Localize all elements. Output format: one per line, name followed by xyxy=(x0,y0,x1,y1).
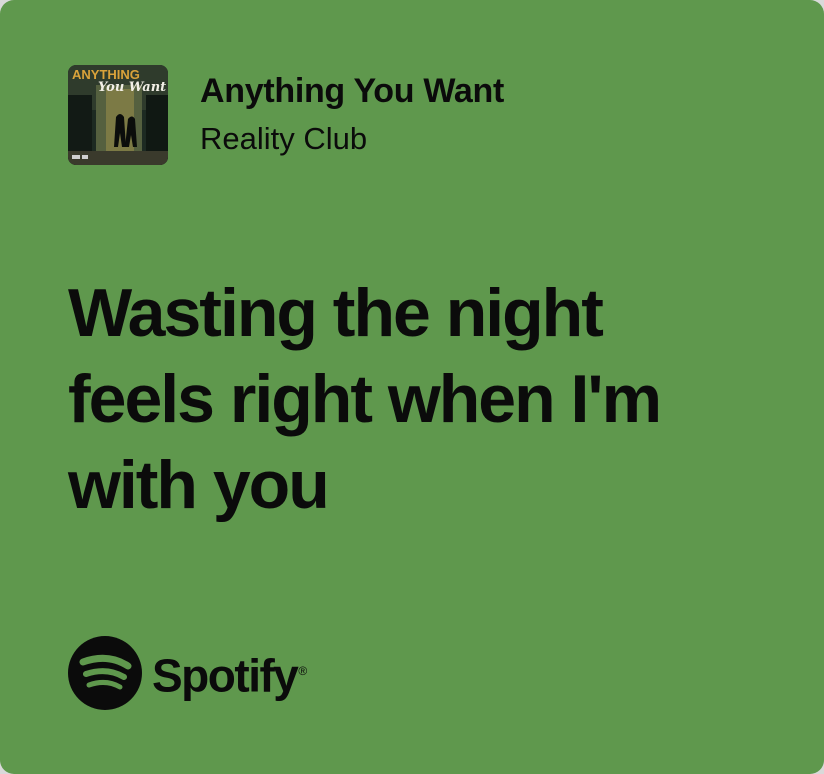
lyric-line: with you xyxy=(68,447,330,523)
album-cover-image: ANYTHING You Want xyxy=(68,65,168,165)
spotify-logo-icon xyxy=(68,636,142,710)
artist-name[interactable]: Reality Club xyxy=(200,118,504,160)
song-title[interactable]: Anything You Want xyxy=(200,70,504,112)
track-meta: Anything You Want Reality Club xyxy=(200,70,504,160)
track-header: ANYTHING You Want Anything You Want Real… xyxy=(68,65,504,165)
spotify-name: Spotify xyxy=(152,649,299,702)
lyrics-share-card: ANYTHING You Want Anything You Want Real… xyxy=(0,0,824,774)
trademark-symbol: ® xyxy=(298,663,307,678)
lyric-line: Wasting the night xyxy=(68,275,604,351)
lyric-line: feels right when I'm xyxy=(68,361,662,437)
spotify-brand: Spotify® xyxy=(68,636,307,710)
album-cover[interactable]: ANYTHING You Want xyxy=(68,65,168,165)
lyrics-block: Wasting the night feels right when I'm w… xyxy=(68,270,768,528)
album-cover-script-text: You Want xyxy=(98,80,166,95)
spotify-wordmark: Spotify® xyxy=(152,643,307,703)
